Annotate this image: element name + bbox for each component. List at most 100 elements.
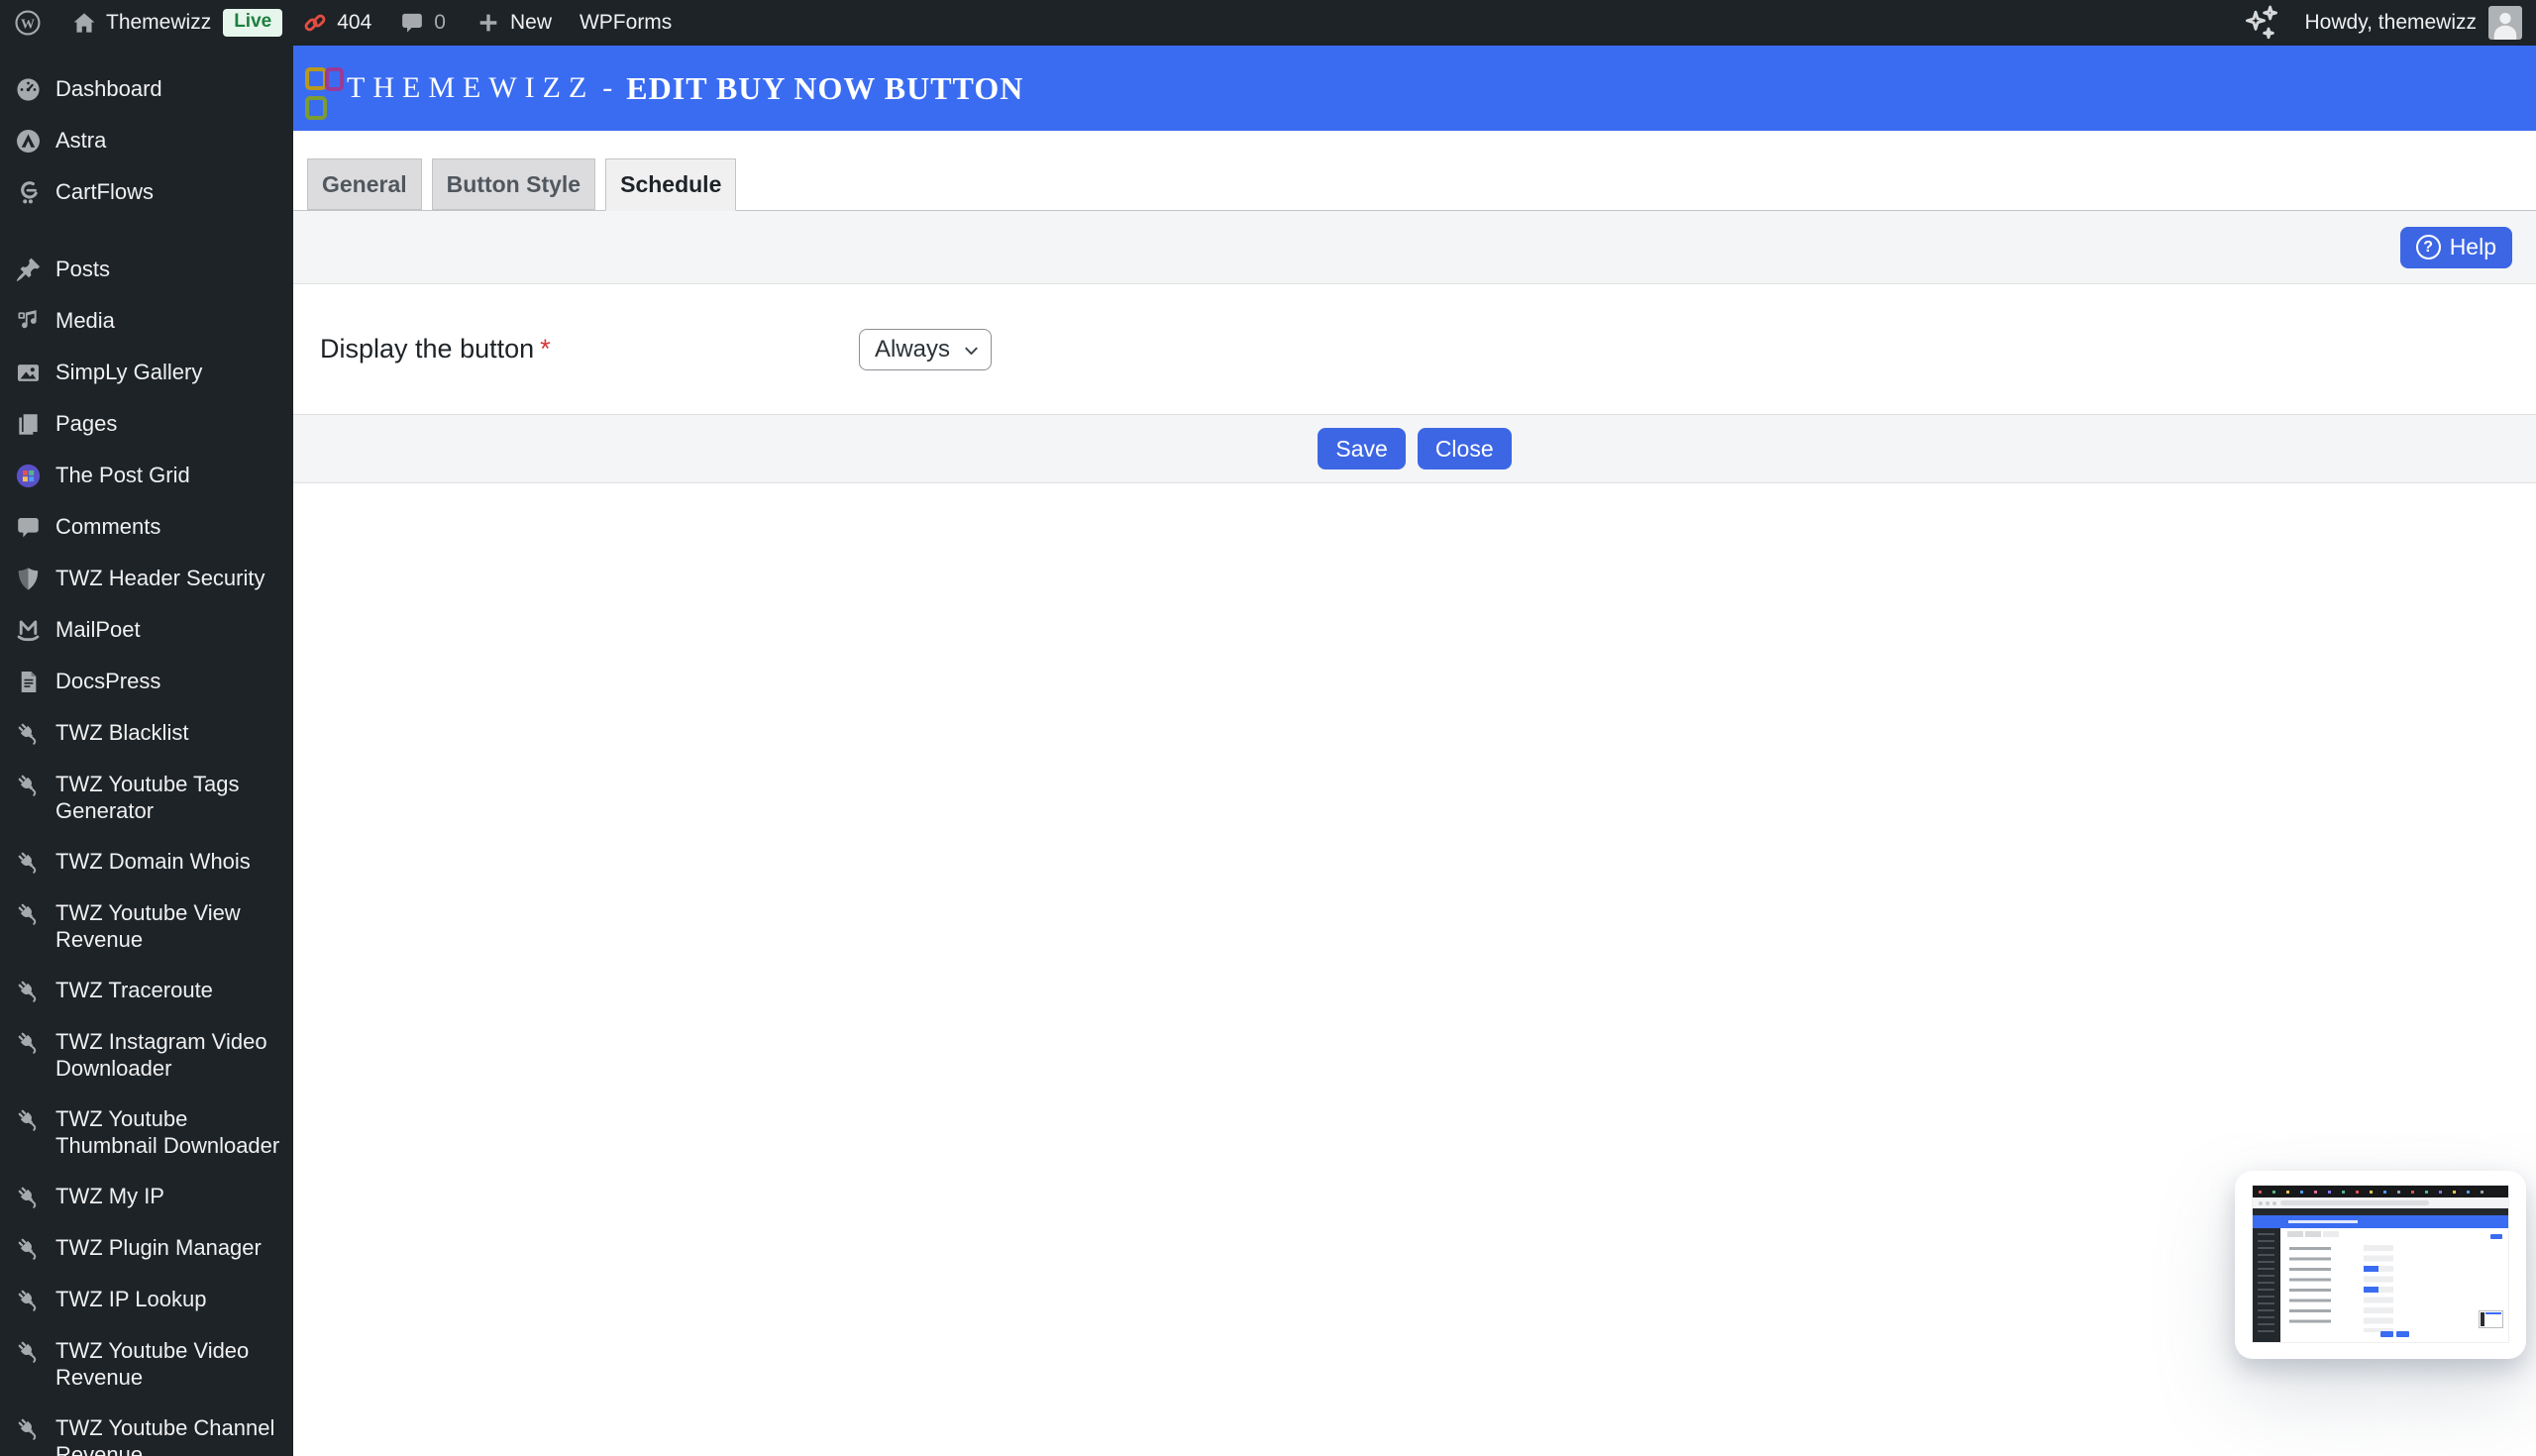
sidebar-item-simply-gallery[interactable]: SimpLy Gallery xyxy=(0,347,293,398)
save-button[interactable]: Save xyxy=(1318,428,1406,469)
mini-content xyxy=(2280,1228,2508,1342)
tab-schedule[interactable]: Schedule xyxy=(605,158,737,211)
page-title: EDIT BUY NOW BUTTON xyxy=(626,69,1024,106)
help-button[interactable]: ? Help xyxy=(2399,226,2512,268)
main-content: THEMEWIZZ - EDIT BUY NOW BUTTON General … xyxy=(293,46,2536,1456)
plugin-icon xyxy=(0,1337,55,1391)
sidebar-item-twz-youtube-tags-generator[interactable]: TWZ Youtube Tags Generator xyxy=(0,759,293,836)
required-asterisk: * xyxy=(540,334,551,364)
new-content-menu[interactable]: New xyxy=(476,10,552,36)
plugin-icon xyxy=(0,1105,55,1159)
mini-screenshot xyxy=(2253,1186,2508,1342)
plugin-icon xyxy=(0,719,55,747)
mini-plugin-header xyxy=(2253,1215,2508,1228)
admin-bar-right: Howdy, themewizz xyxy=(2242,3,2536,43)
plugin-icon xyxy=(0,1028,55,1082)
actions-footer: Save Close xyxy=(293,414,2536,483)
header-separator: - xyxy=(602,71,613,104)
sidebar-item-posts[interactable]: Posts xyxy=(0,244,293,295)
display-button-label: Display the button * xyxy=(320,334,551,364)
plugin-header: THEMEWIZZ - EDIT BUY NOW BUTTON xyxy=(293,46,2536,131)
sidebar-item-docspress[interactable]: DocsPress xyxy=(0,656,293,707)
mini-browser-tabstrip xyxy=(2253,1186,2508,1197)
post-grid-icon xyxy=(0,462,55,489)
sidebar-item-pages[interactable]: Pages xyxy=(0,398,293,450)
screenshot-preview-thumbnail[interactable] xyxy=(2235,1171,2526,1359)
comments-menu[interactable]: 0 xyxy=(399,10,446,36)
howdy-account-menu[interactable]: Howdy, themewizz xyxy=(2305,11,2478,35)
sidebar-item-twz-youtube-video-revenue[interactable]: TWZ Youtube Video Revenue xyxy=(0,1325,293,1403)
comments-count: 0 xyxy=(434,11,446,34)
chevron-down-icon xyxy=(963,343,980,360)
comments-icon xyxy=(0,513,55,541)
broken-links-menu[interactable]: 404 xyxy=(302,10,371,36)
document-icon xyxy=(0,668,55,695)
sidebar-item-media[interactable]: Media xyxy=(0,295,293,347)
logo-square-gold xyxy=(305,67,327,90)
new-label: New xyxy=(509,11,552,34)
wpforms-menu[interactable]: WPForms xyxy=(580,11,672,35)
sidebar-item-twz-blacklist[interactable]: TWZ Blacklist xyxy=(0,707,293,759)
mini-admin-bar xyxy=(2253,1208,2508,1215)
sidebar-item-twz-traceroute[interactable]: TWZ Traceroute xyxy=(0,965,293,1016)
pages-icon xyxy=(0,410,55,438)
wordpress-logo-icon[interactable] xyxy=(14,9,42,37)
plugin-icon xyxy=(0,771,55,824)
mini-nested-thumbnail xyxy=(2479,1310,2503,1328)
plus-icon xyxy=(476,10,501,36)
admin-bar: Themewizz Live 404 0 New WPForms Howdy, … xyxy=(0,0,2536,46)
sparkles-icon[interactable] xyxy=(2242,3,2281,43)
avatar[interactable] xyxy=(2488,6,2522,40)
help-toolbar: ? Help xyxy=(293,211,2536,284)
mini-browser-addressbar xyxy=(2253,1197,2508,1208)
sidebar-item-twz-ip-lookup[interactable]: TWZ IP Lookup xyxy=(0,1274,293,1325)
sidebar-item-twz-youtube-channel-revenue[interactable]: TWZ Youtube Channel Revenue xyxy=(0,1403,293,1456)
sidebar-menu: Dashboard Astra CartFlows Posts Media Si… xyxy=(0,46,293,1456)
plugin-icon xyxy=(0,1286,55,1313)
plugin-icon xyxy=(0,848,55,876)
dashboard-icon xyxy=(0,75,55,103)
home-icon xyxy=(71,10,97,36)
shield-icon xyxy=(0,565,55,592)
sidebar-item-comments[interactable]: Comments xyxy=(0,501,293,553)
close-button[interactable]: Close xyxy=(1417,428,1512,469)
brand-name: THEMEWIZZ xyxy=(347,71,595,104)
sidebar-item-twz-youtube-view-revenue[interactable]: TWZ Youtube View Revenue xyxy=(0,887,293,965)
logo-square-green xyxy=(305,96,327,120)
mailpoet-icon xyxy=(0,616,55,644)
plugin-icon xyxy=(0,1414,55,1456)
comment-bubble-icon xyxy=(399,10,425,36)
site-name: Themewizz xyxy=(106,11,212,34)
sidebar-item-twz-plugin-manager[interactable]: TWZ Plugin Manager xyxy=(0,1222,293,1274)
sidebar-item-cartflows[interactable]: CartFlows xyxy=(0,166,293,218)
sidebar-item-the-post-grid[interactable]: The Post Grid xyxy=(0,450,293,501)
mini-sidebar xyxy=(2253,1228,2280,1342)
sidebar-item-twz-header-security[interactable]: TWZ Header Security xyxy=(0,553,293,604)
plugin-icon xyxy=(0,977,55,1004)
content-empty-area xyxy=(293,483,2536,1456)
sidebar-item-twz-youtube-thumbnail-downloader[interactable]: TWZ Youtube Thumbnail Downloader xyxy=(0,1093,293,1171)
sidebar-item-twz-my-ip[interactable]: TWZ My IP xyxy=(0,1171,293,1222)
pushpin-icon xyxy=(0,256,55,283)
tab-general[interactable]: General xyxy=(307,158,422,210)
plugin-icon xyxy=(0,899,55,953)
plugin-icon xyxy=(0,1234,55,1262)
display-select-value: Always xyxy=(875,335,951,363)
wpforms-label: WPForms xyxy=(579,11,673,34)
astra-icon xyxy=(0,127,55,155)
site-name-menu[interactable]: Themewizz xyxy=(71,10,211,36)
sidebar-item-twz-domain-whois[interactable]: TWZ Domain Whois xyxy=(0,836,293,887)
wordpress-admin-screen: Themewizz Live 404 0 New WPForms Howdy, … xyxy=(0,0,2536,1456)
sidebar-item-twz-instagram-video-downloader[interactable]: TWZ Instagram Video Downloader xyxy=(0,1016,293,1093)
cartflows-icon xyxy=(0,178,55,206)
media-icon xyxy=(0,307,55,335)
tab-button-style[interactable]: Button Style xyxy=(431,158,596,210)
display-select[interactable]: Always xyxy=(859,328,992,370)
broken-link-icon xyxy=(302,10,328,36)
question-circle-icon: ? xyxy=(2415,235,2441,260)
sidebar-item-dashboard[interactable]: Dashboard xyxy=(0,63,293,115)
schedule-form: Display the button * Always xyxy=(293,284,2536,414)
help-button-label: Help xyxy=(2449,234,2496,260)
sidebar-item-astra[interactable]: Astra xyxy=(0,115,293,166)
sidebar-item-mailpoet[interactable]: MailPoet xyxy=(0,604,293,656)
